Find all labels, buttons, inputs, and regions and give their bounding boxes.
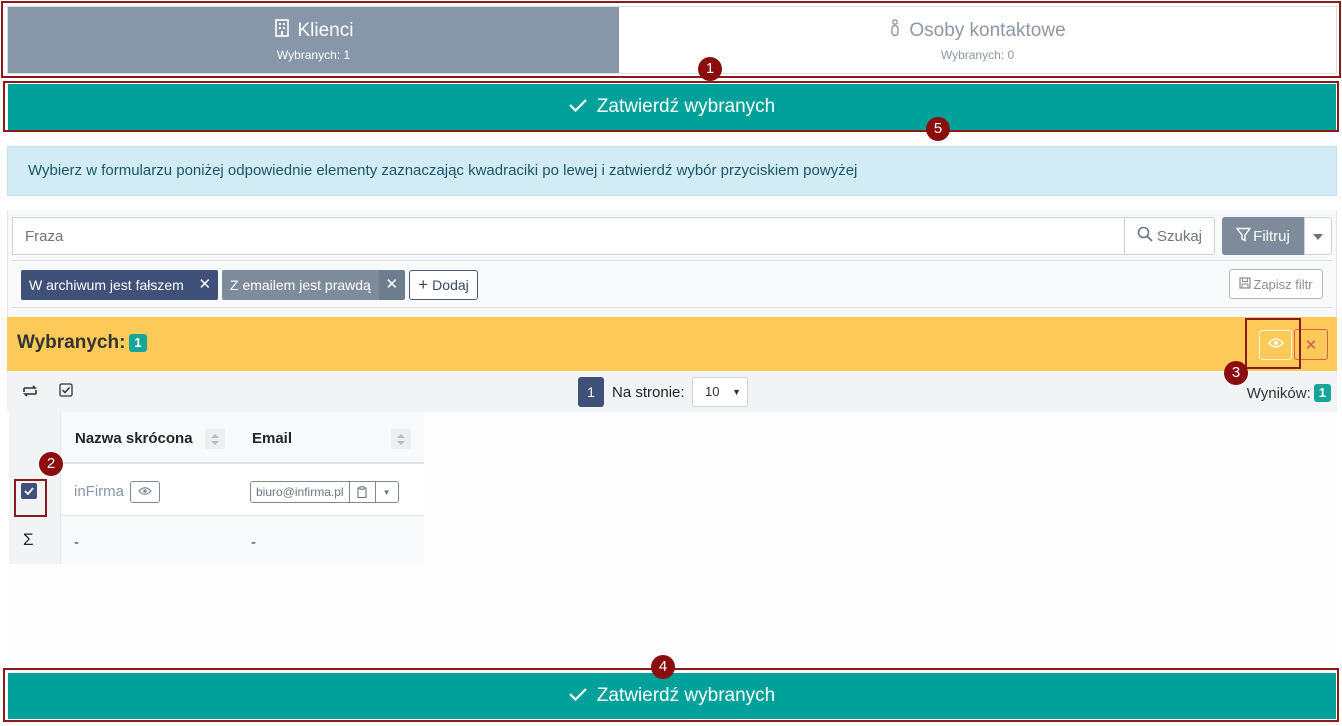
add-filter-label: Dodaj <box>432 277 469 293</box>
eye-icon <box>138 483 152 501</box>
save-filter-label: Zapisz filtr <box>1253 276 1313 292</box>
marker-5: 5 <box>926 117 950 141</box>
table-toolbar: 1 Na stronie: 10 ▼ Wyników: 1 <box>7 372 1337 412</box>
search-icon <box>1137 226 1153 246</box>
filter-chip-archive: W archiwum jest fałszem ✕ <box>21 270 218 300</box>
funnel-icon <box>1235 227 1252 246</box>
save-filter-button[interactable]: Zapisz filtr <box>1229 269 1323 299</box>
summary-name: - <box>74 534 79 551</box>
filter-button[interactable]: Filtruj <box>1222 217 1304 255</box>
preview-client-button[interactable] <box>130 481 160 503</box>
sum-icon: Σ <box>23 530 34 549</box>
results-label: Wyników: <box>1246 384 1311 402</box>
clipboard-icon[interactable] <box>350 482 376 502</box>
remove-filter-email-icon[interactable]: ✕ <box>378 270 405 300</box>
summary-email: - <box>251 534 256 551</box>
column-header-email[interactable]: Email <box>252 430 292 447</box>
marker-1: 1 <box>698 57 722 81</box>
results-count-badge: 1 <box>1313 384 1331 402</box>
selection-bar: Wybranych: 1 ✕ <box>7 317 1337 371</box>
select-all-icon[interactable] <box>59 383 73 402</box>
toggle-columns-icon[interactable] <box>21 383 39 404</box>
add-filter-button[interactable]: + Dodaj <box>409 270 478 300</box>
search-button-label: Szukaj <box>1156 227 1203 245</box>
filter-button-label: Filtruj <box>1253 227 1290 245</box>
close-icon: ✕ <box>1304 336 1318 354</box>
plus-icon: + <box>418 275 429 294</box>
page-1-button[interactable]: 1 <box>578 377 604 407</box>
filter-chip-email-label: Z emailem jest prawdą <box>222 270 379 300</box>
caret-down-icon: ▼ <box>732 387 741 397</box>
marker-4: 4 <box>651 655 675 679</box>
results-count: Wyników: 1 <box>1247 384 1331 402</box>
info-alert: Wybierz w formularzu poniżej odpowiednie… <box>7 146 1337 196</box>
search-button[interactable]: Szukaj <box>1124 217 1215 255</box>
per-page-select[interactable]: 10 ▼ <box>692 377 748 407</box>
marker-3: 3 <box>1224 361 1248 385</box>
highlight-frame-show-selected <box>1245 318 1301 369</box>
highlight-frame-confirm-top <box>3 81 1339 132</box>
email-button-group: biuro@infirma.pl ▼ <box>250 481 399 503</box>
column-header-nazwa[interactable]: Nazwa skrócona <box>75 430 193 447</box>
highlight-frame-tabs <box>1 1 1341 78</box>
per-page-value: 10 <box>705 384 720 399</box>
floppy-icon <box>1239 276 1251 292</box>
filter-chip-archive-label: W archiwum jest fałszem <box>21 270 192 300</box>
highlight-frame-row-checkbox <box>14 479 47 517</box>
search-row: Szukaj Filtruj <box>12 217 1332 255</box>
filter-dropdown-toggle[interactable] <box>1304 217 1332 255</box>
table-row: inFirma biuro@infirma.pl ▼ <box>61 466 424 516</box>
summary-row: - - <box>61 516 424 564</box>
marker-2: 2 <box>39 452 63 476</box>
active-filters-bar: W archiwum jest fałszem ✕ Z emailem jest… <box>12 260 1332 308</box>
client-name-link[interactable]: inFirma <box>74 483 124 500</box>
highlight-frame-confirm-bottom <box>3 668 1339 722</box>
email-dropdown-icon[interactable]: ▼ <box>376 482 398 502</box>
sort-nazwa-icon[interactable] <box>205 429 225 449</box>
search-input[interactable] <box>12 217 1125 255</box>
selection-label: Wybranych: <box>17 332 126 353</box>
remove-filter-archive-icon[interactable]: ✕ <box>191 270 218 300</box>
email-link[interactable]: biuro@infirma.pl <box>251 482 350 502</box>
selection-summary: Wybranych: 1 <box>17 332 147 354</box>
caret-down-icon <box>1313 227 1323 245</box>
selection-count-badge: 1 <box>129 334 147 352</box>
filter-chip-email: Z emailem jest prawdą ✕ <box>222 270 405 300</box>
sort-email-icon[interactable] <box>391 429 411 449</box>
per-page-label: Na stronie: <box>612 384 685 401</box>
